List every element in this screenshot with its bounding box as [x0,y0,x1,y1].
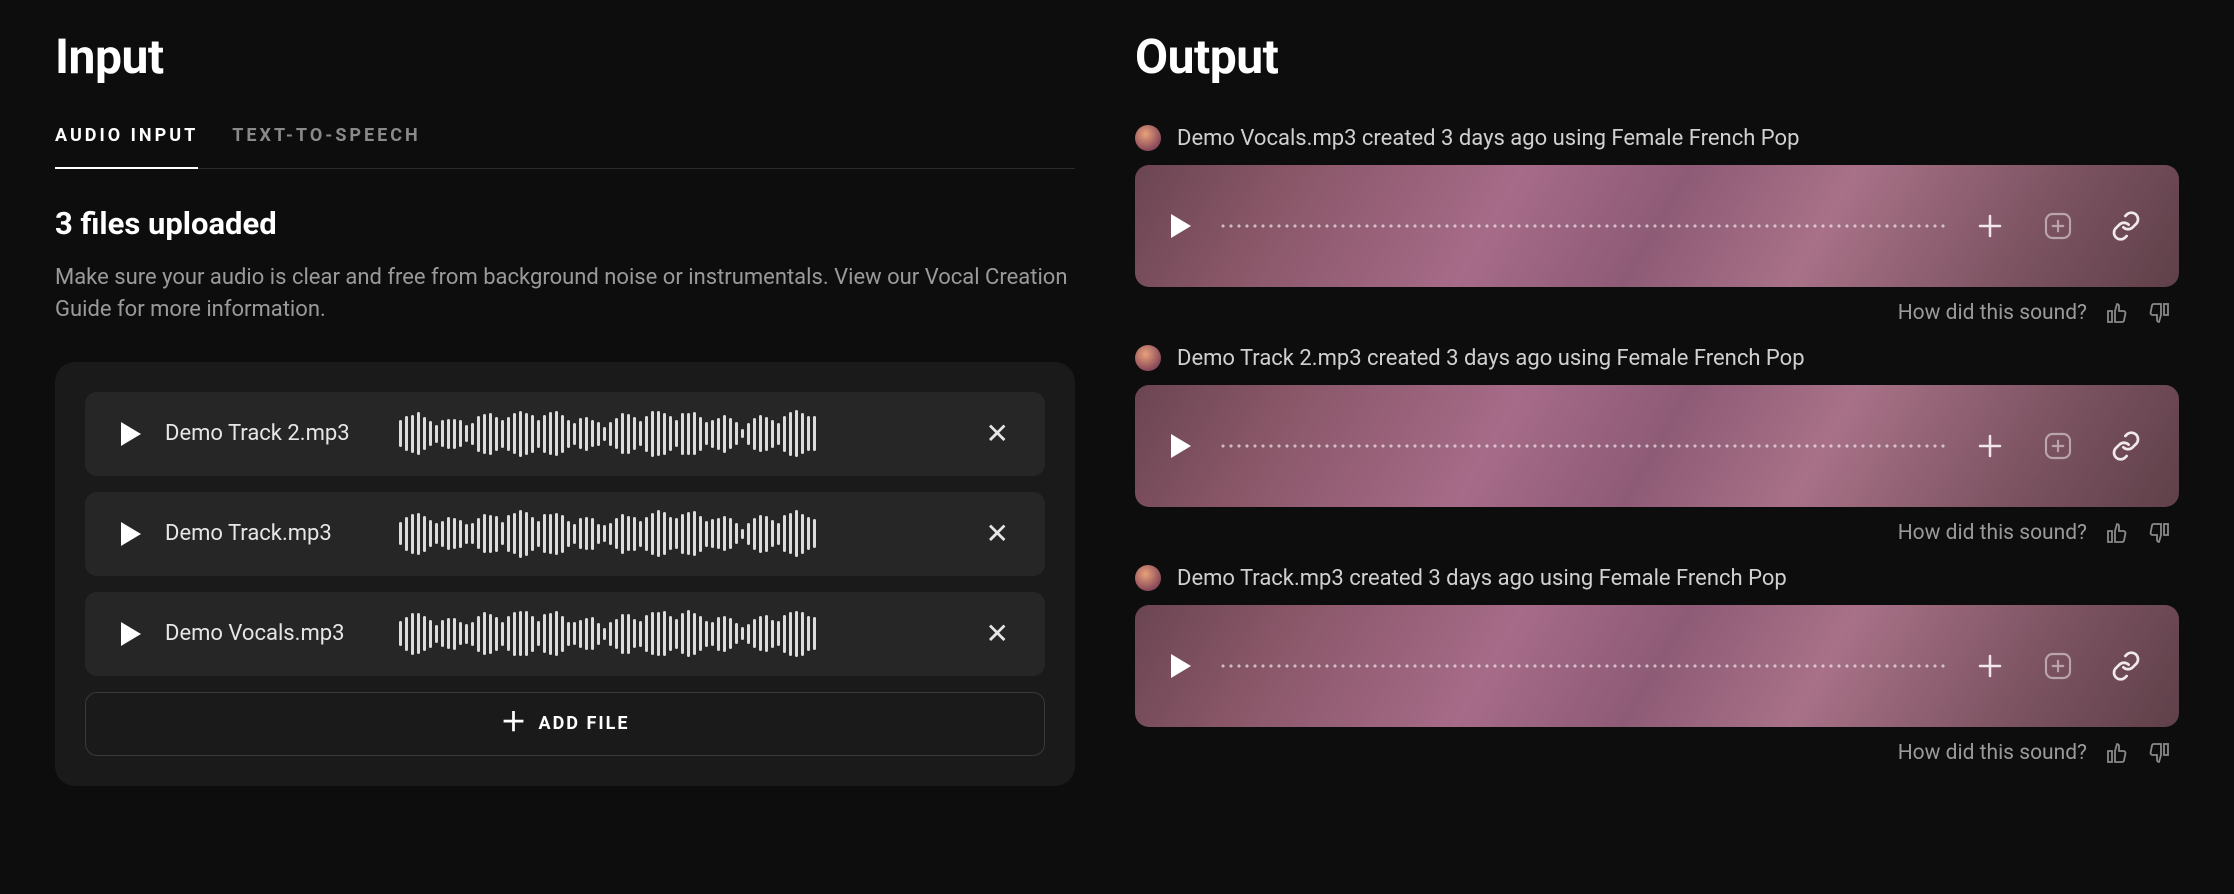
play-icon[interactable] [121,522,141,546]
audio-player [1135,385,2179,507]
voice-avatar[interactable] [1135,125,1161,151]
link-icon[interactable] [2109,209,2143,243]
voice-avatar[interactable] [1135,345,1161,371]
remove-file-icon[interactable]: ✕ [978,409,1017,458]
remove-file-icon[interactable]: ✕ [978,609,1017,658]
player-actions [1973,209,2143,243]
play-icon[interactable] [1171,654,1191,678]
plus-icon: ＋ [501,710,529,736]
output-item: Demo Vocals.mp3 created 3 days ago using… [1135,125,2179,333]
input-title: Input [55,28,1075,85]
waveform[interactable] [399,409,954,459]
add-icon[interactable] [1973,209,2007,243]
feedback-row: How did this sound? [1135,301,2179,325]
file-row: Demo Vocals.mp3 ✕ [85,592,1045,676]
play-icon[interactable] [121,422,141,446]
play-icon[interactable] [1171,214,1191,238]
thumbs-down-icon[interactable] [2147,301,2171,325]
waveform[interactable] [399,509,954,559]
play-icon[interactable] [1171,434,1191,458]
output-meta-row: Demo Vocals.mp3 created 3 days ago using… [1135,125,2179,151]
player-actions [1973,429,2143,463]
output-panel: Output Demo Vocals.mp3 created 3 days ag… [1135,20,2179,894]
enhance-icon[interactable] [2041,649,2075,683]
output-meta-row: Demo Track 2.mp3 created 3 days ago usin… [1135,345,2179,371]
file-name: Demo Track 2.mp3 [165,421,375,446]
feedback-label: How did this sound? [1898,301,2087,325]
progress-track[interactable] [1219,664,1945,668]
upload-card: Demo Track 2.mp3 ✕ Demo Track.mp3 ✕ Demo… [55,362,1075,786]
file-name: Demo Track.mp3 [165,521,375,546]
output-item: Demo Track 2.mp3 created 3 days ago usin… [1135,345,2179,553]
progress-track[interactable] [1219,444,1945,448]
remove-file-icon[interactable]: ✕ [978,509,1017,558]
audio-player [1135,605,2179,727]
output-meta-text: Demo Vocals.mp3 created 3 days ago using… [1177,126,1799,151]
progress-track[interactable] [1219,224,1945,228]
file-row: Demo Track.mp3 ✕ [85,492,1045,576]
tab-text-to-speech[interactable]: TEXT-TO-SPEECH [232,125,421,168]
link-icon[interactable] [2109,649,2143,683]
output-meta-row: Demo Track.mp3 created 3 days ago using … [1135,565,2179,591]
thumbs-up-icon[interactable] [2105,521,2129,545]
enhance-icon[interactable] [2041,209,2075,243]
play-icon[interactable] [121,622,141,646]
add-file-button[interactable]: ＋ ADD FILE [85,692,1045,756]
input-tabs: AUDIO INPUT TEXT-TO-SPEECH [55,125,1075,169]
feedback-row: How did this sound? [1135,741,2179,765]
output-list: Demo Vocals.mp3 created 3 days ago using… [1135,125,2179,773]
player-actions [1973,649,2143,683]
output-meta-text: Demo Track.mp3 created 3 days ago using … [1177,566,1787,591]
add-icon[interactable] [1973,649,2007,683]
feedback-label: How did this sound? [1898,521,2087,545]
add-icon[interactable] [1973,429,2007,463]
thumbs-up-icon[interactable] [2105,741,2129,765]
thumbs-down-icon[interactable] [2147,521,2171,545]
file-row: Demo Track 2.mp3 ✕ [85,392,1045,476]
audio-player [1135,165,2179,287]
file-name: Demo Vocals.mp3 [165,621,375,646]
thumbs-down-icon[interactable] [2147,741,2171,765]
upload-count-heading: 3 files uploaded [55,205,1075,242]
enhance-icon[interactable] [2041,429,2075,463]
waveform[interactable] [399,609,954,659]
feedback-row: How did this sound? [1135,521,2179,545]
thumbs-up-icon[interactable] [2105,301,2129,325]
voice-avatar[interactable] [1135,565,1161,591]
input-panel: Input AUDIO INPUT TEXT-TO-SPEECH 3 files… [55,20,1075,894]
link-icon[interactable] [2109,429,2143,463]
add-file-label: ADD FILE [539,713,630,734]
feedback-label: How did this sound? [1898,741,2087,765]
output-item: Demo Track.mp3 created 3 days ago using … [1135,565,2179,773]
upload-description: Make sure your audio is clear and free f… [55,262,1075,326]
output-title: Output [1135,28,2179,85]
tab-audio-input[interactable]: AUDIO INPUT [55,125,198,168]
output-meta-text: Demo Track 2.mp3 created 3 days ago usin… [1177,346,1805,371]
